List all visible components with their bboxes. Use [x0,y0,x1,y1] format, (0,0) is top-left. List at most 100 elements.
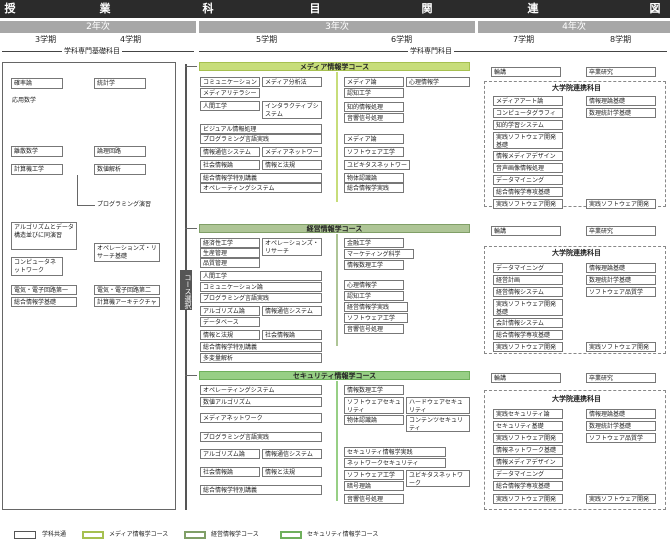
title-char: 業 [99,2,111,15]
course-box: 総合情報学特別講義 [200,173,322,183]
course-box: アルゴリズム論 [200,306,260,316]
course-box: 生産管理 [200,248,260,258]
course-box: コミュニケーション論 [200,282,322,292]
course-box: マーケティング科学 [344,249,414,259]
course-box: 卒業研究 [586,67,656,77]
course-box: 計算機アーキテクチャー [94,297,160,307]
course-box: 品質管理 [200,258,260,268]
legend-swatch-common [14,531,36,539]
specialized-category-label: 学科専門科目 [408,47,454,56]
course-box: 物体認識論 [344,415,404,425]
course-box: 心理情報学 [406,77,470,87]
media-connector [336,72,338,202]
course-box: 情報メディアデザイン [493,151,563,161]
course-box: 心理情報学 [344,280,404,290]
course-box: ソフトウェア品質学 [586,287,656,297]
course-box: 実践ソフトウェア開発基礎 [493,132,563,149]
course-box: コミュニケーション論 [200,77,260,87]
course-box: 数理統計学基礎 [586,108,656,118]
course-box: 物体認識論 [344,173,404,183]
course-box: インタラクティブシステム [262,101,322,119]
legend-swatch-business [184,531,206,539]
course-text: プログラミング演習 [97,201,152,208]
legend-swatch-security [280,531,302,539]
course-box: 金融工学 [344,238,404,248]
course-box: ソフトウェア工学 [344,470,404,480]
connector-line [185,66,197,67]
connector-line [185,375,197,376]
course-box: 音響信号処理 [344,113,404,123]
course-box: 確率論 [11,78,63,89]
semester-7: 7学期 [513,35,535,44]
course-box: ネットワークセキュリティ [344,458,446,468]
course-box: 総合情報学基礎 [11,297,77,307]
course-box: オペレーションズ・リサーチ基礎 [94,243,160,262]
course-box: プログラミング言語実践 [200,134,322,144]
basic-category-label: 学科専門基礎科目 [62,47,122,56]
course-box: 総合情報学専攻基礎 [493,481,563,491]
course-box: 情報通信システム [200,147,260,157]
course-box: 実践セキュリティ論 [493,409,563,419]
course-box: 実践ソフトウェア開発総論 [586,199,656,209]
course-box: メディア分析法 [262,77,322,87]
course-box: 経営計画 [493,275,563,285]
course-box: セキュリティ情報学実践 [344,447,446,457]
course-box: ユビキタスネットワーク [344,160,410,170]
title-char: 連 [527,2,539,15]
course-box: 実践ソフトウェア開発総論 [493,494,563,504]
course-box: セキュリティ基礎 [493,421,563,431]
course-box: 情報と法規 [262,467,322,477]
course-box: 実践ソフトウェア開発基礎 [493,299,563,316]
grad-linked-title: 大学院連携科目 [552,395,601,403]
course-box: 論理回路 [94,146,146,157]
course-box: 社会情報論 [262,330,322,340]
course-box: 社会情報論 [200,467,260,477]
grad-linked-title: 大学院連携科目 [552,249,601,257]
course-box: 人間工学 [200,271,322,281]
connector-line [77,205,95,206]
course-box: アルゴリズムとデータ構造並びに同演習 [11,222,77,250]
course-selection-label: コース選択 [180,270,192,310]
title-char: 図 [649,2,661,15]
course-box: 情報ネットワーク基礎 [493,445,563,455]
semester-6: 6学期 [391,35,413,44]
course-box: 数値解析 [94,164,146,175]
course-box: データマイニング [493,469,563,479]
course-box: 情報理論基礎 [586,263,656,273]
semester-3: 3学期 [35,35,57,44]
course-box: 音響信号処理 [344,324,404,334]
course-box: 認知工学 [344,291,404,301]
course-box: ハードウェアセキュリティ [406,397,470,414]
course-box: 電気・電子回路第一 [11,285,77,295]
course-box: メディアリテラシー [200,88,260,98]
connector-line [185,228,197,229]
year-2: 2年次 [0,21,196,33]
course-box: 情報と法規 [200,330,260,340]
course-box: 数値アルゴリズム [200,397,322,407]
course-box: メディア論 [344,134,404,144]
course-box: 電気・電子回路第二 [94,285,160,295]
course-box: 実践ソフトウェア開発基礎 [493,433,563,443]
course-box: データマイニング [493,175,563,185]
course-box: 認知工学 [344,88,404,98]
course-box: ソフトウェア品質学 [586,433,656,443]
course-box: 総合情報学特別講義 [200,342,322,352]
course-box: ビジュアル情報処理 [200,124,322,134]
course-box: 総合情報学専攻基礎 [493,187,563,197]
course-box: 輪講 [491,226,561,236]
security-connector [336,381,338,501]
course-box: 統計学 [94,78,146,89]
connector-line [77,175,78,205]
course-box: 総合情報学実践 [344,183,404,193]
course-box: 実践ソフトウェア開発総論 [493,199,563,209]
legend-swatch-media [82,531,104,539]
course-box: 総合情報学専攻基礎 [493,330,563,340]
semester-8: 8学期 [610,35,632,44]
course-box: 実践ソフトウェア開発総論 [586,494,656,504]
course-box: データマイニング [493,263,563,273]
year-4: 4年次 [478,21,670,33]
course-box: 輪講 [491,67,561,77]
course-box: プログラミング言語実践 [200,293,322,303]
course-box: アルゴリズム論 [200,449,260,459]
legend-label: 学科共通 [42,531,67,538]
